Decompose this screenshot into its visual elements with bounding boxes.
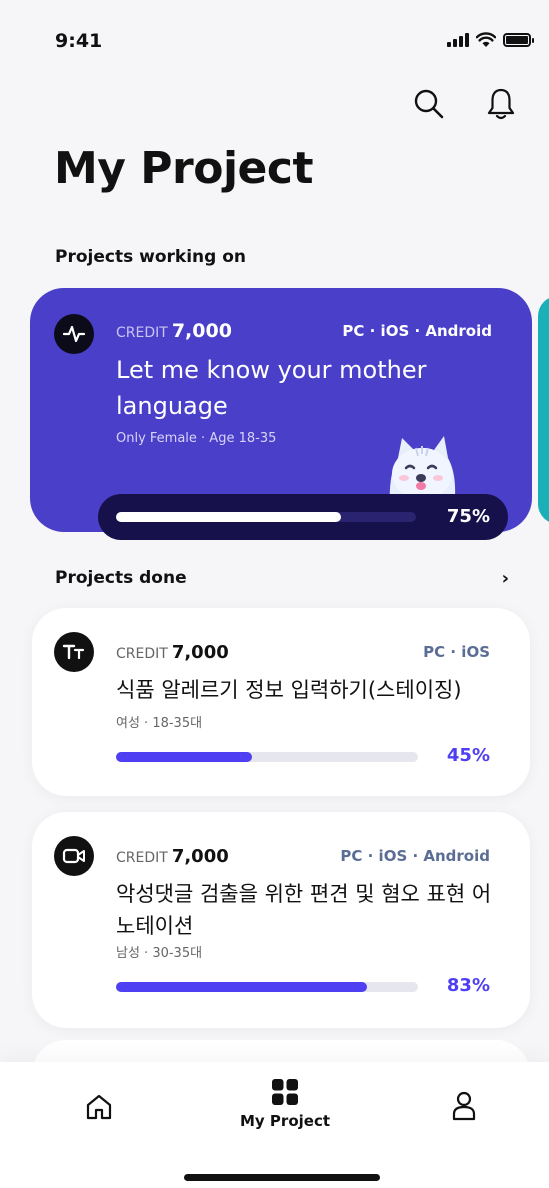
credit: CREDIT 7,000: [116, 846, 229, 867]
next-project-card[interactable]: [538, 296, 549, 524]
user-icon: [452, 1091, 476, 1121]
featured-progress: 75%: [98, 494, 508, 540]
credit-label: CREDIT: [116, 850, 168, 866]
credit-value: 7,000: [171, 846, 229, 867]
notifications-button[interactable]: [483, 86, 519, 122]
progress-percent: 45%: [446, 745, 490, 766]
tab-bar: My Project: [0, 1062, 549, 1188]
status-bar: 9:41: [0, 0, 549, 80]
project-avatar: [54, 632, 94, 672]
progress-percent: 83%: [446, 975, 490, 996]
bell-icon: [487, 88, 515, 120]
platform-tags: PC · iOS: [423, 643, 490, 661]
credit: CREDIT 7,000: [116, 320, 232, 342]
tab-profile[interactable]: [450, 1090, 478, 1122]
credit-label: CREDIT: [116, 646, 168, 662]
chevron-right-icon[interactable]: ›: [502, 568, 509, 589]
battery-icon: [503, 33, 534, 47]
progress-track: [116, 512, 416, 522]
status-icons: [447, 32, 534, 48]
tab-my-project[interactable]: My Project: [240, 1078, 330, 1130]
activity-icon: [63, 325, 85, 343]
project-requirements: 여성 · 18-35대: [116, 716, 203, 731]
signal-icon: [447, 33, 469, 47]
credit: CREDIT 7,000: [116, 642, 229, 663]
credit-label: CREDIT: [116, 325, 168, 341]
home-icon: [86, 1094, 112, 1120]
progress-fill: [116, 512, 341, 522]
platform-tags: PC · iOS · Android: [340, 847, 490, 865]
project-avatar: [54, 836, 94, 876]
home-indicator: [184, 1174, 380, 1181]
credit-value: 7,000: [171, 642, 229, 663]
wifi-icon: [476, 32, 496, 47]
grid-icon: [272, 1079, 298, 1105]
progress-percent: 75%: [446, 506, 490, 527]
platform-tags: PC · iOS · Android: [342, 322, 492, 340]
app-screen: 9:41 My Project Projects working on CRED…: [0, 0, 549, 1188]
done-project-card[interactable]: CREDIT 7,000 PC · iOS · Android 악성댓글 검출을 …: [32, 812, 530, 1028]
done-project-card[interactable]: CREDIT 7,000 PC · iOS 식품 알레르기 정보 입력하기(스테이…: [32, 608, 530, 796]
tab-home[interactable]: [84, 1092, 114, 1122]
header-actions: [411, 86, 519, 122]
project-avatar: [54, 314, 94, 354]
progress-fill: [116, 752, 252, 762]
page-title: My Project: [54, 143, 314, 194]
search-icon: [414, 89, 444, 119]
tab-label: My Project: [240, 1112, 330, 1130]
progress-track: [116, 982, 418, 992]
video-camera-icon: [62, 848, 85, 864]
project-requirements: 남성 · 30-35대: [116, 946, 203, 961]
project-requirements: Only Female · Age 18-35: [116, 431, 277, 446]
section-working-on: Projects working on: [55, 247, 246, 267]
status-time: 9:41: [55, 30, 103, 52]
credit-value: 7,000: [171, 320, 232, 342]
progress-fill: [116, 982, 367, 992]
progress-track: [116, 752, 418, 762]
text-size-icon: [62, 644, 85, 660]
search-button[interactable]: [411, 86, 447, 122]
project-title: 악성댓글 검출을 위한 편견 및 혐오 표현 어노테이션: [116, 882, 492, 938]
section-done: Projects done: [55, 568, 187, 588]
project-title: 식품 알레르기 정보 입력하기(스테이징): [116, 678, 462, 702]
